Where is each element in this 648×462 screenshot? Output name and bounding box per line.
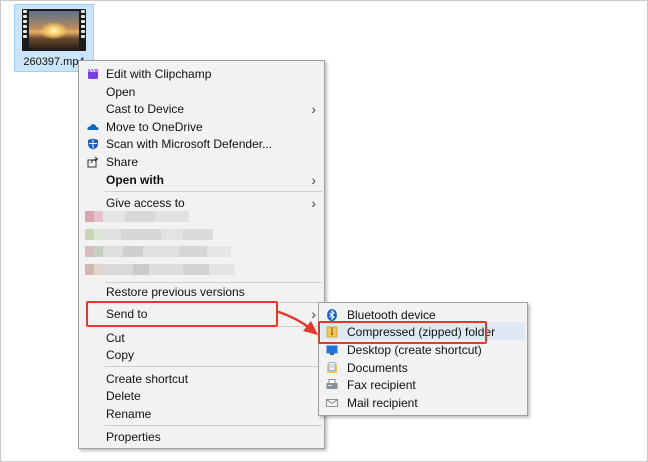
menu-separator — [105, 366, 322, 367]
submenu-item-fax-recipient[interactable]: Fax recipient — [319, 376, 527, 394]
menu-item-give-access-to[interactable]: Give access to › — [79, 194, 324, 212]
annotation-box-send-to — [86, 301, 278, 327]
bluetooth-icon — [327, 309, 337, 321]
share-icon — [87, 156, 99, 168]
menu-item-create-shortcut[interactable]: Create shortcut — [79, 370, 324, 388]
fax-icon — [326, 379, 338, 389]
menu-item-rename[interactable]: Rename — [79, 405, 324, 423]
annotation-arrow-icon — [277, 310, 318, 335]
menu-item-cast-to-device[interactable]: Cast to Device › — [79, 100, 324, 118]
redacted-menu-item[interactable] — [85, 246, 231, 257]
onedrive-icon — [87, 124, 99, 131]
menu-item-restore-previous-versions[interactable]: Restore previous versions — [79, 283, 324, 301]
menu-item-open[interactable]: Open — [79, 83, 324, 101]
redacted-menu-item[interactable] — [85, 229, 213, 240]
menu-item-share[interactable]: Share — [79, 153, 324, 171]
context-menu: Edit with Clipchamp Open Cast to Device … — [78, 60, 325, 449]
documents-icon — [327, 362, 337, 373]
mail-icon — [326, 399, 338, 407]
submenu-item-documents[interactable]: Documents — [319, 359, 527, 377]
chevron-right-icon: › — [311, 172, 316, 188]
submenu-item-mail-recipient[interactable]: Mail recipient — [319, 394, 527, 412]
menu-item-move-to-onedrive[interactable]: Move to OneDrive — [79, 118, 324, 136]
chevron-right-icon: › — [311, 101, 316, 117]
chevron-right-icon: › — [311, 195, 316, 211]
annotation-box-compressed-folder — [318, 321, 487, 344]
menu-item-edit-with-clipchamp[interactable]: Edit with Clipchamp — [79, 65, 324, 83]
video-thumbnail-icon — [22, 9, 86, 51]
desktop-icon — [326, 345, 338, 355]
redacted-menu-item[interactable] — [85, 211, 189, 222]
menu-item-delete[interactable]: Delete — [79, 387, 324, 405]
menu-item-scan-with-defender[interactable]: Scan with Microsoft Defender... — [79, 135, 324, 153]
menu-item-properties[interactable]: Properties — [79, 428, 324, 446]
defender-icon — [88, 138, 98, 150]
menu-item-open-with[interactable]: Open with › — [79, 171, 324, 189]
menu-item-copy[interactable]: Copy — [79, 346, 324, 364]
redacted-menu-item[interactable] — [85, 264, 235, 275]
clipchamp-icon — [88, 68, 98, 79]
menu-separator — [105, 191, 322, 192]
menu-separator — [105, 425, 322, 426]
send-to-submenu: Bluetooth device Compressed (zipped) fol… — [318, 302, 528, 416]
